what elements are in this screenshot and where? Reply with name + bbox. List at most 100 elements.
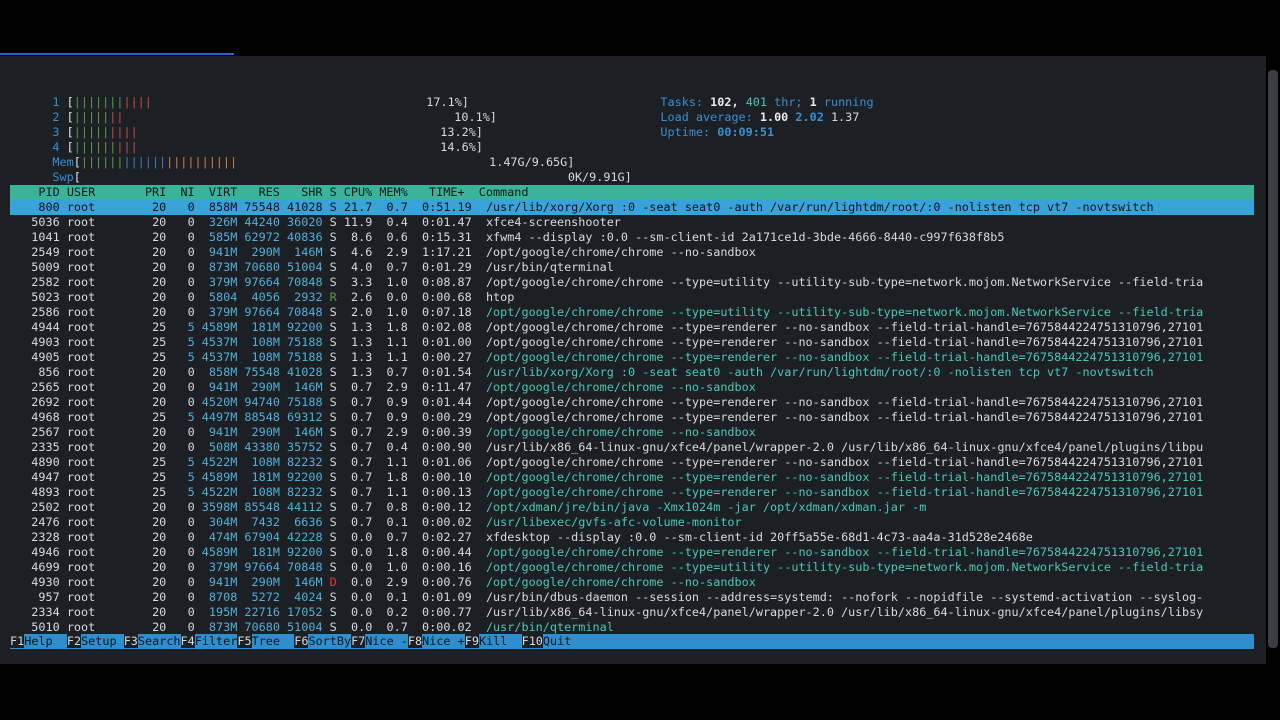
pid-cell: 2565 [10,380,67,394]
fkey-label-f10[interactable]: Quit [543,634,571,648]
table-row[interactable]: 2334 root 20 0 195M 22716 17052 S 0.0 0.… [10,605,1254,620]
table-row[interactable]: 4893 root 25 5 4522M 108M 82232 S 0.7 1.… [10,485,1254,500]
pid-cell: 4699 [10,560,67,574]
fkey-f5[interactable]: F5 [237,634,252,648]
fkey-f2[interactable]: F2 [66,634,82,648]
fkey-f4[interactable]: F4 [180,634,195,648]
fkey-label-f1[interactable]: Help [24,634,67,648]
table-row[interactable]: 4890 root 25 5 4522M 108M 82232 S 0.7 1.… [10,455,1254,470]
cpu-cell: 0.7 [343,470,380,484]
table-row[interactable]: 2586 root 20 0 379M 97664 70848 S 2.0 1.… [10,305,1254,320]
table-row[interactable]: 4947 root 25 5 4589M 181M 92200 S 0.7 1.… [10,470,1254,485]
user-cell: root [66,575,138,589]
fkey-label-f7[interactable]: Nice - [365,634,408,648]
table-row[interactable]: 5010 root 20 0 873M 70680 51004 S 0.0 0.… [10,620,1254,635]
virt-cell: 4522M [201,485,245,499]
table-row[interactable]: 5023 root 20 0 5804 4056 2932 R 2.6 0.0 … [10,290,1254,305]
virt-cell: 326M [201,215,245,229]
table-row[interactable]: 2335 root 20 0 508M 43380 35752 S 0.7 0.… [10,440,1254,455]
pri-cell: 20 [137,620,174,634]
res-cell: 22716 [244,605,288,619]
state-cell: S [329,530,344,544]
terminal-window[interactable]: 1 [||||||||||| 17.1%] 2 [||||||| 10.1%] … [0,56,1266,664]
shr-cell: 36020 [287,215,330,229]
process-table-header[interactable]: PID USER PRI NI VIRT RES SHR S CPU% MEM%… [10,185,1254,200]
fkey-label-f8[interactable]: Nice + [422,634,465,648]
table-row[interactable]: 2692 root 20 0 4520M 94740 75188 S 0.7 0… [10,395,1254,410]
command-cell: /opt/google/chrome/chrome --no-sandbox [485,245,756,259]
table-row[interactable]: 4930 root 20 0 941M 290M 146M D 0.0 2.9 … [10,575,1254,590]
cpu-cell: 4.0 [343,260,380,274]
res-cell: 290M [244,425,288,439]
table-row[interactable]: 2549 root 20 0 941M 290M 146M S 4.6 2.9 … [10,245,1254,260]
state-cell: S [329,215,344,229]
fkey-f3[interactable]: F3 [123,634,138,648]
table-row[interactable]: 800 root 20 0 858M 75548 41028 S 21.7 0.… [10,200,1254,215]
pri-cell: 20 [137,200,174,214]
ni-cell: 0 [173,260,202,274]
table-row[interactable]: 4903 root 25 5 4537M 108M 75188 S 1.3 1.… [10,335,1254,350]
command-cell: /opt/google/chrome/chrome --no-sandbox [485,425,756,439]
fkey-f7[interactable]: F7 [351,634,366,648]
fkey-label-f3[interactable]: Search [138,634,181,648]
state-cell: D [329,575,344,589]
shr-cell: 75188 [287,335,330,349]
cpu-cell: 3.3 [343,275,380,289]
time-cell: 0:00.29 [414,410,486,424]
fkey-f8[interactable]: F8 [407,634,423,648]
fkey-label-f5[interactable]: Tree [252,634,295,648]
fkey-f1[interactable]: F1 [10,634,25,648]
pri-cell: 20 [137,605,174,619]
table-row[interactable]: 1041 root 20 0 585M 62972 40836 S 8.6 0.… [10,230,1254,245]
table-row[interactable]: 4699 root 20 0 379M 97664 70848 S 0.0 1.… [10,560,1254,575]
shr-cell: 146M [287,380,330,394]
time-cell: 0:00.16 [414,560,486,574]
mem-cell: 0.8 [379,500,415,514]
mem-cell: 0.9 [379,395,415,409]
table-row[interactable]: 5036 root 20 0 326M 44240 36020 S 11.9 0… [10,215,1254,230]
table-row[interactable]: 2567 root 20 0 941M 290M 146M S 0.7 2.9 … [10,425,1254,440]
res-cell: 70680 [244,260,288,274]
cpu-meter-4: 4 [||||||||| 14.6%] [52,140,483,154]
time-cell: 0:00.02 [414,515,486,529]
table-row[interactable]: 4905 root 25 5 4537M 108M 75188 S 1.3 1.… [10,350,1254,365]
table-row[interactable]: 4968 root 25 5 4497M 88548 69312 S 0.7 0… [10,410,1254,425]
pid-cell: 2586 [10,305,67,319]
mem-cell: 0.1 [379,515,415,529]
table-row[interactable]: 4944 root 25 5 4589M 181M 92200 S 1.3 1.… [10,320,1254,335]
mem-cell: 2.9 [379,245,415,259]
table-row[interactable]: 2328 root 20 0 474M 67904 42228 S 0.0 0.… [10,530,1254,545]
table-row[interactable]: 2476 root 20 0 304M 7432 6636 S 0.7 0.1 … [10,515,1254,530]
user-cell: root [66,440,138,454]
scrollbar[interactable] [1268,70,1278,648]
table-row[interactable]: 957 root 20 0 8708 5272 4024 S 0.0 0.1 0… [10,590,1254,605]
pri-cell: 20 [137,365,174,379]
virt-cell: 4497M [201,410,245,424]
table-row[interactable]: 5009 root 20 0 873M 70680 51004 S 4.0 0.… [10,260,1254,275]
ni-cell: 0 [173,440,202,454]
table-row[interactable]: 2565 root 20 0 941M 290M 146M S 0.7 2.9 … [10,380,1254,395]
fkey-label-f4[interactable]: Filter [195,634,238,648]
table-row[interactable]: 2502 root 20 0 3598M 85548 44112 S 0.7 0… [10,500,1254,515]
fkey-f10[interactable]: F10 [521,634,543,648]
video-top-bar [0,0,1280,56]
fkey-label-f9[interactable]: Kill [479,634,522,648]
table-row[interactable]: 856 root 20 0 858M 75548 41028 S 1.3 0.7… [10,365,1254,380]
fkey-label-f6[interactable]: SortBy [308,634,351,648]
fkey-f6[interactable]: F6 [294,634,309,648]
cpu-cell: 0.0 [343,590,380,604]
table-row[interactable]: 2582 root 20 0 379M 97664 70848 S 3.3 1.… [10,275,1254,290]
res-cell: 290M [244,575,288,589]
fkey-f9[interactable]: F9 [464,634,479,648]
time-cell: 0:01.00 [414,335,486,349]
mem-cell: 1.8 [379,545,415,559]
res-cell: 97664 [244,560,288,574]
cpu-cell: 0.7 [343,485,380,499]
command-cell: /usr/lib/xorg/Xorg :0 -seat seat0 -auth … [485,200,1154,214]
table-row[interactable]: 4946 root 20 0 4589M 181M 92200 S 0.0 1.… [10,545,1254,560]
shr-cell: 2932 [287,290,330,304]
ni-cell: 0 [173,515,202,529]
pri-cell: 20 [137,515,174,529]
fkey-label-f2[interactable]: Setup [81,634,124,648]
cpu-cell: 0.0 [343,620,380,634]
